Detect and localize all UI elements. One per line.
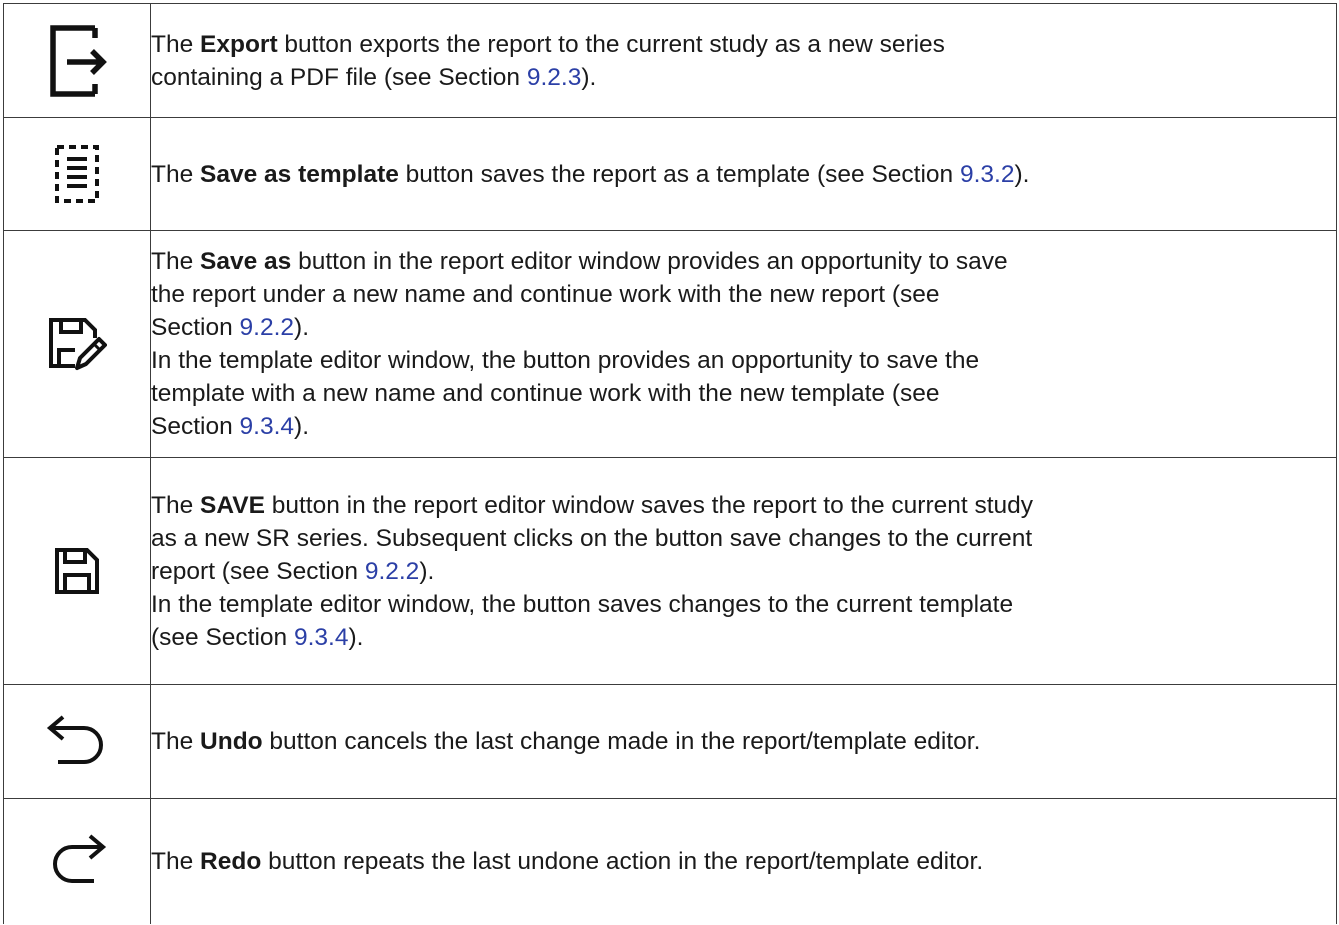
text-line: report (see Section 9.2.2). xyxy=(151,555,1336,588)
text-segment: The xyxy=(151,160,201,188)
table-row-save-as: The Save as button in the report editor … xyxy=(3,230,1337,458)
text-segment: (see Section xyxy=(151,623,294,651)
text-segment: The xyxy=(151,491,201,519)
text-line: template with a new name and continue wo… xyxy=(151,377,1336,410)
text-line: The Save as button in the report editor … xyxy=(151,245,1336,278)
button-name-undo: Undo xyxy=(200,728,263,755)
section-link[interactable]: 9.3.4 xyxy=(240,413,295,440)
text-segment: template with a new name and continue wo… xyxy=(151,380,940,407)
save-as-template-icon xyxy=(55,145,99,203)
text-line: Section 9.3.4). xyxy=(151,410,1336,443)
text-line: The Redo button repeats the last undone … xyxy=(151,845,1336,878)
table-row-undo: The Undo button cancels the last change … xyxy=(3,684,1337,799)
table-row-save-as-template: The Save as template button saves the re… xyxy=(3,117,1337,231)
text-segment: button saves the report as a template (s… xyxy=(398,160,960,188)
text-segment: the report under a new name and continue… xyxy=(151,281,940,308)
button-reference-table: The Export button exports the report to … xyxy=(3,3,1337,924)
text-line: containing a PDF file (see Section 9.2.3… xyxy=(151,61,1336,94)
text-line: In the template editor window, the butto… xyxy=(151,344,1336,377)
button-name-export: Export xyxy=(200,30,278,58)
text-segment: ). xyxy=(1014,160,1030,188)
text-segment: ). xyxy=(294,314,309,341)
export-icon xyxy=(50,24,107,97)
description-cell: The Export button exports the report to … xyxy=(150,3,1337,118)
table-row-save: The SAVE button in the report editor win… xyxy=(3,457,1337,685)
icon-cell xyxy=(3,3,151,118)
section-link[interactable]: 9.2.2 xyxy=(365,558,420,585)
icon-cell xyxy=(3,230,151,458)
description-cell: The Redo button repeats the last undone … xyxy=(150,798,1337,924)
undo-icon xyxy=(46,714,103,764)
button-name-save: SAVE xyxy=(200,491,265,519)
text-line: The Save as template button saves the re… xyxy=(151,158,1336,191)
text-segment: The xyxy=(151,30,201,58)
text-line: The Export button exports the report to … xyxy=(151,28,1336,61)
text-segment: ). xyxy=(581,63,597,91)
save-icon xyxy=(55,548,99,594)
icon-cell xyxy=(3,117,151,231)
text-segment: ). xyxy=(348,623,364,651)
icon-cell xyxy=(3,457,151,685)
text-segment: The xyxy=(151,728,201,755)
text-segment: In the template editor window, the butto… xyxy=(151,347,980,374)
text-line: as a new SR series. Subsequent clicks on… xyxy=(151,522,1336,555)
section-link[interactable]: 9.3.2 xyxy=(960,161,1015,188)
text-segment: button in the report editor window provi… xyxy=(291,248,1008,275)
text-line: Section 9.2.2). xyxy=(151,311,1336,344)
table-row-redo: The Redo button repeats the last undone … xyxy=(3,798,1337,924)
text-line: The SAVE button in the report editor win… xyxy=(151,489,1336,522)
save-as-icon xyxy=(49,318,107,370)
button-name-save-as: Save as xyxy=(200,248,292,275)
section-link[interactable]: 9.2.3 xyxy=(527,64,582,91)
text-segment: ). xyxy=(419,557,435,585)
section-link[interactable]: 9.3.4 xyxy=(294,624,349,651)
icon-cell xyxy=(3,798,151,924)
text-segment: The xyxy=(151,248,201,275)
text-segment: containing a PDF file (see Section xyxy=(151,63,527,91)
text-segment: In the template editor window, the butto… xyxy=(151,590,1014,618)
text-line: the report under a new name and continue… xyxy=(151,278,1336,311)
text-segment: Section xyxy=(151,413,240,440)
text-segment: The xyxy=(151,847,201,875)
text-segment: button exports the report to the current… xyxy=(277,30,945,58)
text-segment: ). xyxy=(294,413,309,440)
text-segment: report (see Section xyxy=(151,557,365,585)
text-line: The Undo button cancels the last change … xyxy=(151,725,1336,758)
text-segment: button cancels the last change made in t… xyxy=(262,728,981,755)
description-cell: The SAVE button in the report editor win… xyxy=(150,457,1337,685)
text-segment: Section xyxy=(151,314,240,341)
text-line: In the template editor window, the butto… xyxy=(151,588,1336,621)
button-name-redo: Redo xyxy=(200,847,262,875)
text-segment: button in the report editor window saves… xyxy=(264,491,1034,519)
text-segment: button repeats the last undone action in… xyxy=(261,847,984,875)
icon-cell xyxy=(3,684,151,799)
text-segment: as a new SR series. Subsequent clicks on… xyxy=(151,524,1033,552)
button-name-save-as-template: Save as template xyxy=(200,160,399,188)
table-row-export: The Export button exports the report to … xyxy=(3,3,1337,118)
redo-icon xyxy=(53,834,107,884)
description-cell: The Save as template button saves the re… xyxy=(150,117,1337,231)
section-link[interactable]: 9.2.2 xyxy=(240,314,295,341)
description-cell: The Save as button in the report editor … xyxy=(150,230,1337,458)
text-line: (see Section 9.3.4). xyxy=(151,621,1336,654)
description-cell: The Undo button cancels the last change … xyxy=(150,684,1337,799)
